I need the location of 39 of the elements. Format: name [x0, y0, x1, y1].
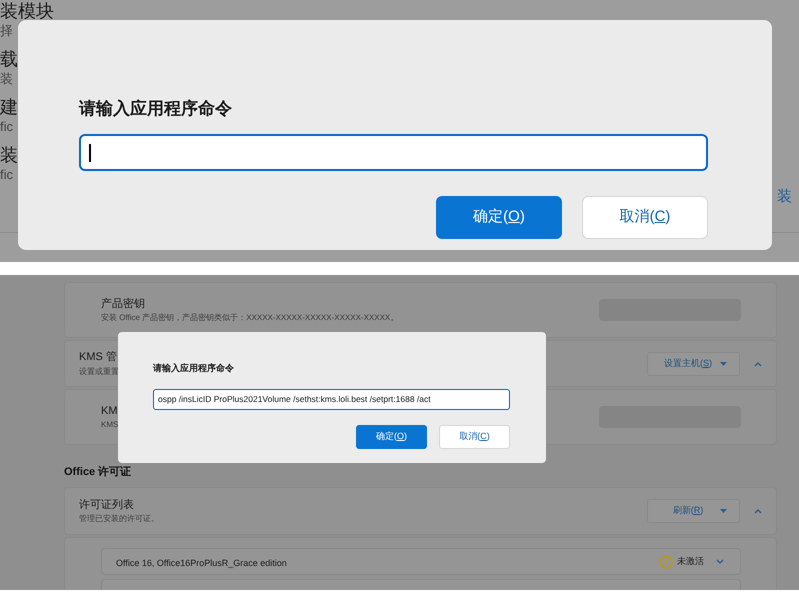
setting-description: 设置或重置	[79, 366, 119, 378]
license-item[interactable]: Office 16, Office16ProPlusR_Grace edition 未激活	[101, 548, 741, 575]
text-cursor	[89, 144, 91, 162]
split-button[interactable]: 设置主机(S)	[647, 352, 740, 376]
button-label[interactable]: 刷新(R)	[648, 504, 720, 518]
chevron-down-icon[interactable]	[716, 558, 724, 564]
setting-description: 安装 Office 产品密钥，产品密钥类似于：XXXXX-XXXXX-XXXXX-XXXXX-XXXXX。	[101, 312, 398, 324]
setting-title: KM	[101, 404, 118, 419]
section-title: Office 许可证	[64, 465, 132, 479]
setting-title: 产品密钥	[101, 296, 145, 312]
command-input[interactable]	[79, 134, 708, 171]
button-label[interactable]: 设置主机(S)	[648, 356, 720, 370]
setting-description: 择	[0, 23, 13, 39]
setting-title: 载	[0, 48, 18, 71]
chevron-up-icon[interactable]	[754, 508, 762, 514]
ok-button[interactable]: 确定(O)	[436, 196, 562, 239]
setting-title: 许可证列表	[79, 498, 134, 513]
command-input[interactable]: ospp /insLicID ProPlus2021Volume /sethst:kms.loli.best /setprt:1688 /act	[153, 389, 510, 410]
cancel-button[interactable]: 取消(C)	[439, 425, 510, 449]
install-link[interactable]: 装	[777, 186, 792, 208]
dialog-title: 请输入应用程序命令	[153, 362, 234, 374]
dropdown-arrow-icon[interactable]	[720, 362, 727, 366]
setting-description: fic	[0, 119, 13, 135]
setting-description: 装	[0, 71, 13, 87]
license-name: Office 16, Office16ProPlusR_Grace edition	[116, 558, 287, 568]
chevron-up-icon[interactable]	[754, 360, 762, 366]
setting-title: 建	[0, 96, 18, 119]
setting-title: 装模块	[0, 0, 54, 23]
split-button[interactable]: 刷新(R)	[647, 499, 740, 523]
cancel-button[interactable]: 取消(C)	[582, 196, 708, 239]
ok-button[interactable]: 确定(O)	[356, 425, 427, 449]
setting-title: KMS 管	[79, 350, 117, 366]
license-status: 未激活	[677, 554, 704, 568]
setting-title: 装	[0, 144, 18, 167]
dialog-title: 请输入应用程序命令	[79, 98, 233, 120]
setting-description: KMS	[101, 419, 118, 432]
setting-description: fic	[0, 167, 13, 183]
setting-description: 管理已安装的许可证。	[79, 513, 159, 526]
dropdown-arrow-icon[interactable]	[720, 509, 727, 513]
